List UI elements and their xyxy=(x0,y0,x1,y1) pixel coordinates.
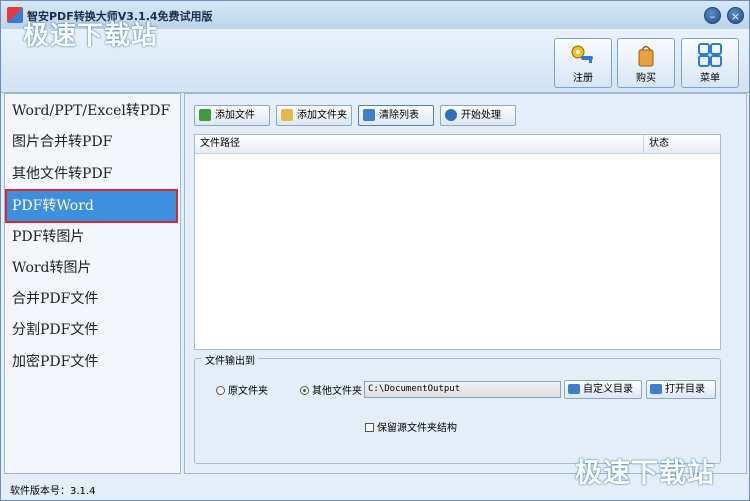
sidebar-item-office-to-pdf[interactable]: Word/PPT/Excel转PDF xyxy=(5,96,180,127)
trash-icon xyxy=(363,109,375,121)
play-icon xyxy=(445,109,457,121)
keep-structure-checkbox[interactable]: 保留源文件夹结构 xyxy=(365,422,457,435)
watermark-top: 极速下载站 xyxy=(23,21,159,51)
register-label: 注册 xyxy=(573,73,593,84)
folder-open-icon xyxy=(650,384,662,394)
keep-structure-label: 保留源文件夹结构 xyxy=(377,423,457,434)
clear-list-label: 清除列表 xyxy=(379,110,419,121)
output-group: 文件输出到 原文件夹 其他文件夹 C:\DocumentOutput 自定义目录… xyxy=(194,352,721,464)
radio-icon xyxy=(216,386,225,395)
sidebar-item-images-to-pdf[interactable]: 图片合并转PDF xyxy=(5,127,180,158)
radio-other-folder[interactable]: 其他文件夹 xyxy=(300,385,362,398)
sidebar: Word/PPT/Excel转PDF 图片合并转PDF 其他文件转PDF PDF… xyxy=(4,93,181,474)
close-button[interactable]: × xyxy=(727,7,744,24)
watermark-bottom: 极速下载站 xyxy=(575,458,715,489)
menu-button[interactable]: 菜单 xyxy=(681,38,739,88)
add-file-button[interactable]: 添加文件 xyxy=(194,105,270,126)
minimize-button[interactable]: – xyxy=(704,7,721,24)
add-file-label: 添加文件 xyxy=(215,110,255,121)
output-legend: 文件输出到 xyxy=(202,352,258,367)
sidebar-item-merge-pdf[interactable]: 合并PDF文件 xyxy=(5,284,180,315)
start-button[interactable]: 开始处理 xyxy=(440,105,516,126)
shopping-bag-icon xyxy=(638,45,654,67)
app-window: 智安PDF转换大师V3.1.4免费试用版 – × 注册 购买 菜单 极速下载站 … xyxy=(0,0,750,501)
sidebar-item-encrypt-pdf[interactable]: 加密PDF文件 xyxy=(5,347,180,378)
main-panel: 添加文件 添加文件夹 清除列表 开始处理 文件路径 状态 文件输出到 原文件夹 … xyxy=(184,93,747,474)
app-logo-icon xyxy=(7,7,23,23)
file-list-table[interactable]: 文件路径 状态 xyxy=(194,134,721,350)
sidebar-item-pdf-to-word[interactable]: PDF转Word xyxy=(5,189,178,223)
buy-button[interactable]: 购买 xyxy=(617,38,675,88)
clear-list-button[interactable]: 清除列表 xyxy=(358,105,434,126)
radio-other-label: 其他文件夹 xyxy=(312,386,362,397)
grid-menu-icon xyxy=(698,43,722,67)
sidebar-item-word-to-image[interactable]: Word转图片 xyxy=(5,253,180,284)
radio-selected-icon xyxy=(300,386,309,395)
radio-source-folder[interactable]: 原文件夹 xyxy=(216,385,268,398)
radio-source-label: 原文件夹 xyxy=(228,386,268,397)
custom-dir-label: 自定义目录 xyxy=(583,384,633,395)
column-header-path[interactable]: 文件路径 xyxy=(195,135,644,154)
key-icon xyxy=(571,45,593,63)
folder-icon xyxy=(281,109,293,121)
start-label: 开始处理 xyxy=(461,110,501,121)
register-button[interactable]: 注册 xyxy=(554,38,612,88)
add-folder-button[interactable]: 添加文件夹 xyxy=(276,105,352,126)
sidebar-item-pdf-to-image[interactable]: PDF转图片 xyxy=(5,222,180,253)
folder-icon xyxy=(568,384,580,394)
open-dir-button[interactable]: 打开目录 xyxy=(646,380,716,399)
add-file-icon xyxy=(199,109,211,121)
checkbox-icon xyxy=(365,423,374,432)
menu-label: 菜单 xyxy=(700,73,720,84)
add-folder-label: 添加文件夹 xyxy=(297,110,347,121)
column-header-status[interactable]: 状态 xyxy=(644,135,720,154)
open-dir-label: 打开目录 xyxy=(665,384,705,395)
buy-label: 购买 xyxy=(636,73,656,84)
custom-dir-button[interactable]: 自定义目录 xyxy=(564,380,642,399)
output-path-field[interactable]: C:\DocumentOutput xyxy=(364,381,561,398)
version-text: 软件版本号：3.1.4 xyxy=(10,486,96,497)
sidebar-item-split-pdf[interactable]: 分割PDF文件 xyxy=(5,315,180,346)
sidebar-item-other-to-pdf[interactable]: 其他文件转PDF xyxy=(5,159,180,190)
